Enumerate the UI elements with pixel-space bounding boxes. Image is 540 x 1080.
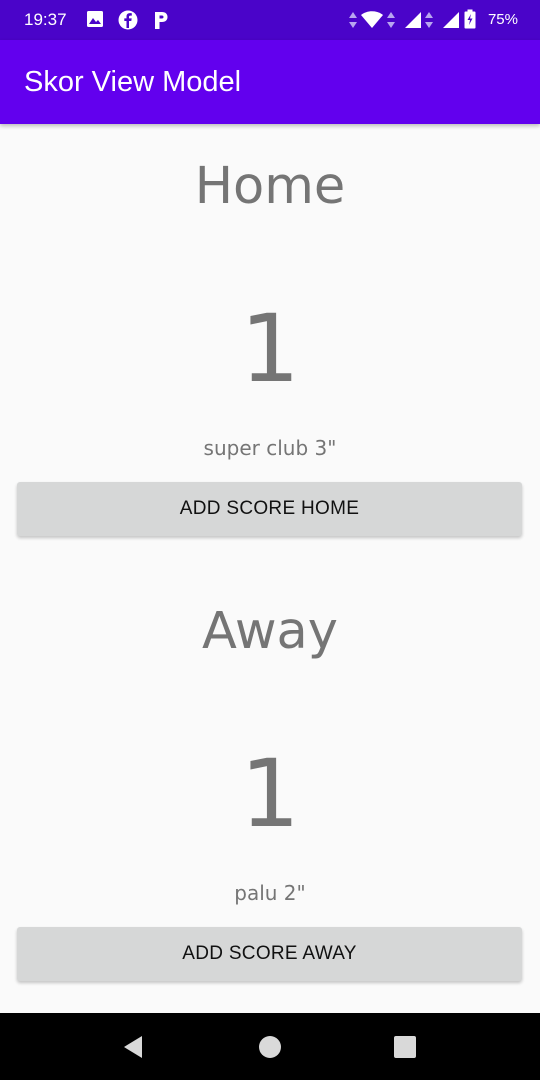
away-scorer: palu 2" xyxy=(234,881,306,905)
facebook-icon xyxy=(118,10,138,35)
home-icon[interactable] xyxy=(256,1033,284,1061)
app-bar: Skor View Model xyxy=(0,40,540,124)
data-arrows-icon xyxy=(348,11,358,34)
app-title: Skor View Model xyxy=(24,66,242,98)
status-bar: 19:37 75% xyxy=(0,0,540,40)
add-score-away-button[interactable]: ADD SCORE AWAY xyxy=(17,927,522,981)
signal-icon xyxy=(404,11,422,34)
status-time: 19:37 xyxy=(24,10,67,29)
data-arrows-icon xyxy=(386,11,396,34)
away-score: 1 xyxy=(240,740,300,849)
add-score-home-button[interactable]: ADD SCORE HOME xyxy=(17,482,522,536)
battery-percentage: 75% xyxy=(487,11,518,28)
data-arrows-icon xyxy=(424,11,434,34)
home-team-label: Home xyxy=(194,157,346,216)
image-icon xyxy=(86,10,104,33)
signal-icon xyxy=(442,11,460,34)
p-icon xyxy=(152,10,170,35)
recents-icon[interactable] xyxy=(391,1033,419,1061)
away-team-label: Away xyxy=(202,602,338,661)
battery-icon xyxy=(464,9,476,34)
home-score: 1 xyxy=(240,295,300,404)
back-icon[interactable] xyxy=(120,1033,148,1061)
home-scorer: super club 3" xyxy=(203,436,337,460)
wifi-icon xyxy=(360,10,384,35)
navigation-bar xyxy=(0,1013,540,1080)
status-system-icons: 75% xyxy=(348,8,518,32)
